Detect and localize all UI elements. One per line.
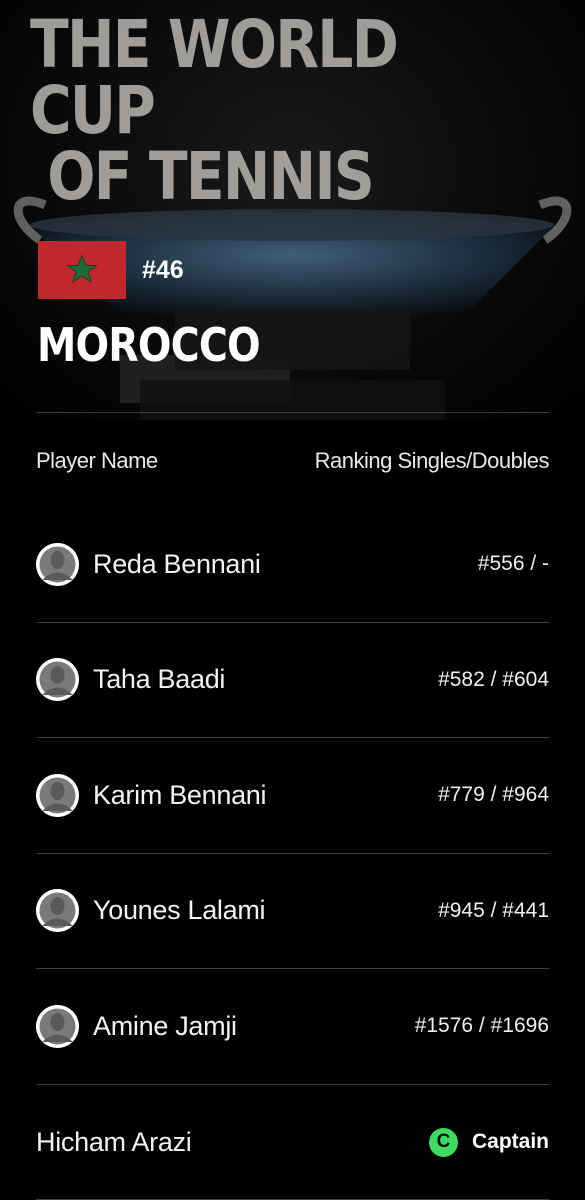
player-name: Amine Jamji <box>93 1010 237 1041</box>
player-row[interactable]: Younes Lalami #945 / #441 <box>36 854 549 969</box>
player-row[interactable]: Karim Bennani #779 / #964 <box>36 738 549 854</box>
player-name: Karim Bennani <box>93 779 267 810</box>
star-icon <box>66 254 98 284</box>
player-row[interactable]: Reda Bennani #556 / - <box>36 507 549 623</box>
captain-c-icon: C <box>428 1127 458 1157</box>
player-name: Taha Baadi <box>93 664 226 695</box>
avatar-icon <box>36 889 79 933</box>
captain-label: Captain <box>471 1130 549 1153</box>
player-ranking: #556 / - <box>477 552 549 576</box>
player-ranking: #779 / #964 <box>438 783 549 807</box>
morocco-flag-icon <box>38 241 126 299</box>
trophy-image <box>13 196 572 420</box>
player-info: Karim Bennani <box>36 773 267 817</box>
divider <box>36 412 549 413</box>
player-info: Reda Bennani <box>36 542 261 586</box>
player-info: Younes Lalami <box>36 889 266 933</box>
player-info: Amine Jamji <box>36 1004 237 1048</box>
avatar-icon <box>36 773 79 817</box>
hero-title-line1: THE WORLD CUP <box>30 6 399 149</box>
player-row[interactable]: Taha Baadi #582 / #604 <box>36 623 549 738</box>
team-rank: #46 <box>142 255 184 284</box>
player-info: Taha Baadi <box>36 658 226 702</box>
avatar-icon <box>36 542 79 586</box>
team-header: #46 <box>38 241 184 299</box>
player-ranking: #582 / #604 <box>438 667 549 691</box>
avatar-icon <box>36 658 79 702</box>
table-header: Player Name Ranking Singles/Doubles <box>36 448 550 474</box>
players-list: Reda Bennani #556 / - Taha Baadi #582 / … <box>36 507 549 1085</box>
captain-row[interactable]: Hicham Arazi C Captain <box>36 1085 549 1200</box>
player-ranking: #1576 / #1696 <box>414 1014 549 1038</box>
avatar-icon <box>36 1004 79 1048</box>
player-name: Younes Lalami <box>93 895 266 926</box>
player-name: Reda Bennani <box>93 548 261 579</box>
column-header-player: Player Name <box>36 448 158 473</box>
player-row[interactable]: Amine Jamji #1576 / #1696 <box>36 969 549 1085</box>
captain-badge: C Captain <box>428 1127 549 1157</box>
column-header-ranking: Ranking Singles/Doubles <box>314 448 550 473</box>
captain-name: Hicham Arazi <box>36 1126 192 1157</box>
country-name: MOROCCO <box>37 318 261 372</box>
player-ranking: #945 / #441 <box>438 898 549 922</box>
